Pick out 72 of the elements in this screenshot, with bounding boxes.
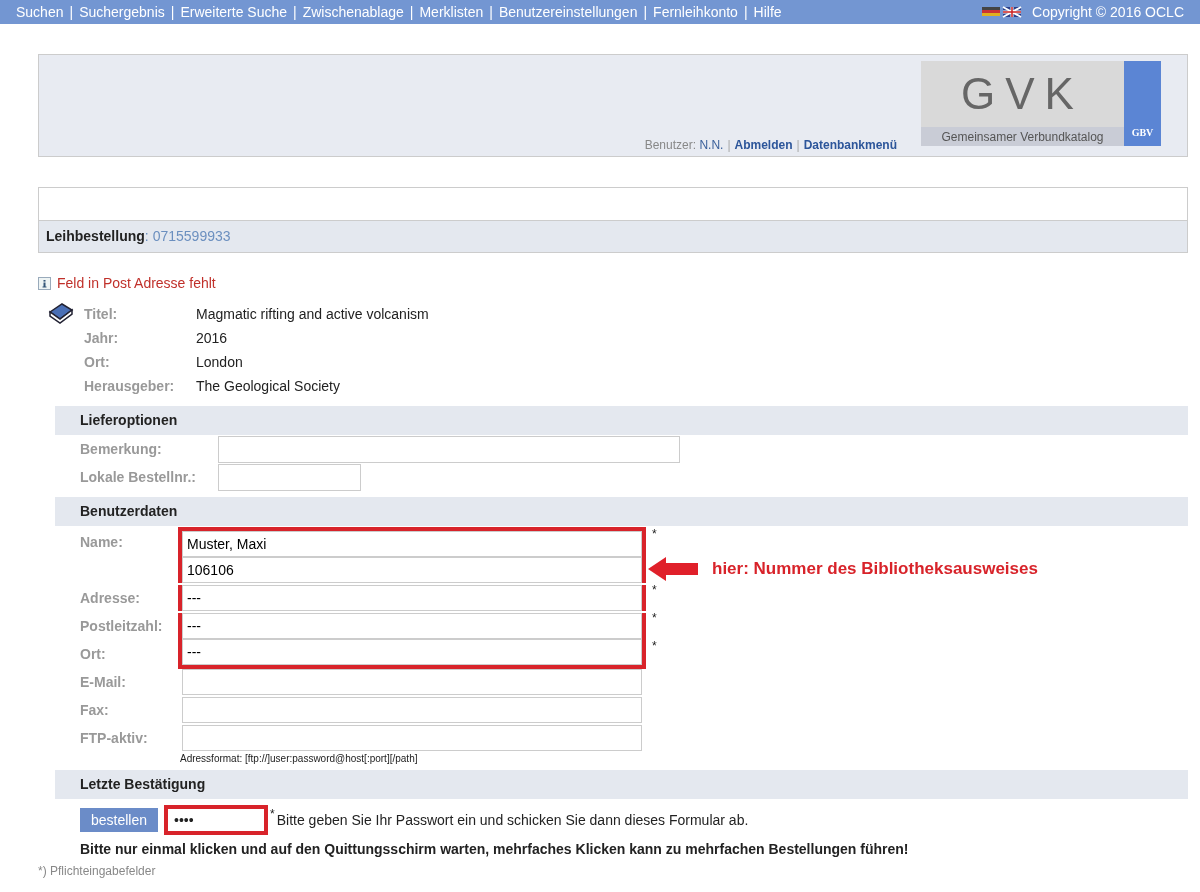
record-value: Magmatic rifting and active volcanism [196, 304, 429, 324]
record-label: Herausgeber: [84, 376, 176, 396]
field-label: Ort: [80, 646, 106, 662]
record-label: Jahr: [84, 328, 120, 348]
field-label: Name: [80, 534, 123, 550]
annotation-text: hier: Nummer des Bibliotheksausweises [712, 558, 1038, 580]
input-field[interactable]: Muster, Maxi [178, 527, 646, 557]
warning-text: Bitte nur einmal klicken und auf den Quittungsschirm warten, mehrfaches Klicken kann zu mehrfachen Bestellungen führen! [80, 840, 910, 859]
nav-separator: | [643, 2, 648, 22]
field-label: Adresse: [80, 590, 140, 606]
field-label: E-Mail: [80, 674, 126, 690]
section-header: Benutzerdaten [55, 497, 1188, 526]
nav-link[interactable]: Suchergebnis [79, 1, 165, 23]
record-value: The Geological Society [196, 376, 340, 396]
section-header: Lieferoptionen [55, 406, 1188, 435]
nav-link[interactable]: Zwischenablage [302, 1, 404, 23]
nav-link[interactable]: Fernleihkonto [653, 1, 738, 23]
record-label: Ort: [84, 352, 111, 372]
record-value: 2016 [196, 328, 228, 348]
field-label: Fax: [80, 702, 109, 718]
field-label: FTP-aktiv: [80, 730, 148, 746]
instruction-text: Bitte geben Sie Ihr Passwort ein und schicken Sie dann dieses Formular ab. [276, 810, 749, 830]
input-field[interactable] [218, 435, 680, 463]
required-mark: * [652, 584, 658, 596]
header-link[interactable]: Abmelden [734, 138, 793, 152]
logo-badge: GBV [1124, 61, 1161, 146]
order-number: 0715599933 [152, 227, 231, 246]
footnote-text: *) Pflichteingabefelder [38, 863, 157, 880]
required-mark: * [652, 612, 658, 624]
field-label: Postleitzahl: [80, 618, 163, 634]
input-field[interactable]: --- [178, 585, 646, 611]
address-format-hint: Adressformat: [ftp://]user:password@host[:port][/path] [180, 752, 419, 766]
record-label: Titel: [84, 304, 119, 324]
arrow-icon [648, 556, 698, 581]
nav-separator: | [743, 2, 748, 22]
record-value: London [196, 352, 243, 372]
book-icon [48, 302, 74, 324]
field-label: Lokale Bestellnr.: [80, 467, 197, 487]
required-mark: * [270, 806, 275, 823]
header-link[interactable]: Datenbankmenü [803, 138, 897, 152]
nav-link[interactable]: Suchen [16, 1, 64, 23]
user-label: Benutzer: [644, 138, 697, 152]
link-separator: | [727, 138, 731, 152]
input-field[interactable] [218, 463, 361, 491]
link-separator: | [796, 138, 800, 152]
nav-separator: | [489, 2, 493, 22]
nav-separator: | [170, 2, 175, 22]
order-button[interactable]: bestellen [80, 808, 159, 832]
error-message: Feld in Post Adresse fehlt [57, 274, 216, 293]
field-label: Bemerkung: [80, 439, 163, 459]
copyright-text: Copyright © 2016 OCLC [1032, 2, 1184, 22]
password-field[interactable]: •••• [164, 805, 269, 835]
order-separator: : [144, 227, 149, 246]
nav-link[interactable]: Benutzereinstellungen [498, 1, 638, 23]
section-header: Letzte Bestätigung [55, 770, 1188, 799]
order-label: Leihbestellung [46, 227, 145, 246]
nav-link[interactable]: Hilfe [753, 1, 782, 23]
nav-separator: | [293, 2, 297, 22]
nav-link[interactable]: Merklisten [419, 1, 484, 23]
required-mark: * [652, 640, 658, 652]
nav-link[interactable]: Erweiterte Suche [180, 1, 287, 23]
user-name-link[interactable]: N.N. [699, 138, 724, 152]
nav-separator: | [69, 2, 74, 22]
input-field[interactable]: --- [178, 613, 646, 639]
required-mark: * [652, 528, 658, 540]
input-field[interactable]: 106106 [178, 557, 646, 583]
nav-separator: | [409, 2, 414, 22]
logo-title: GVK [960, 68, 1085, 120]
logo-subtitle: Gemeinsamer Verbundkatalog [921, 127, 1124, 146]
input-field[interactable]: --- [178, 639, 646, 669]
info-icon [38, 277, 51, 290]
language-flags-icon[interactable] [982, 6, 1023, 18]
